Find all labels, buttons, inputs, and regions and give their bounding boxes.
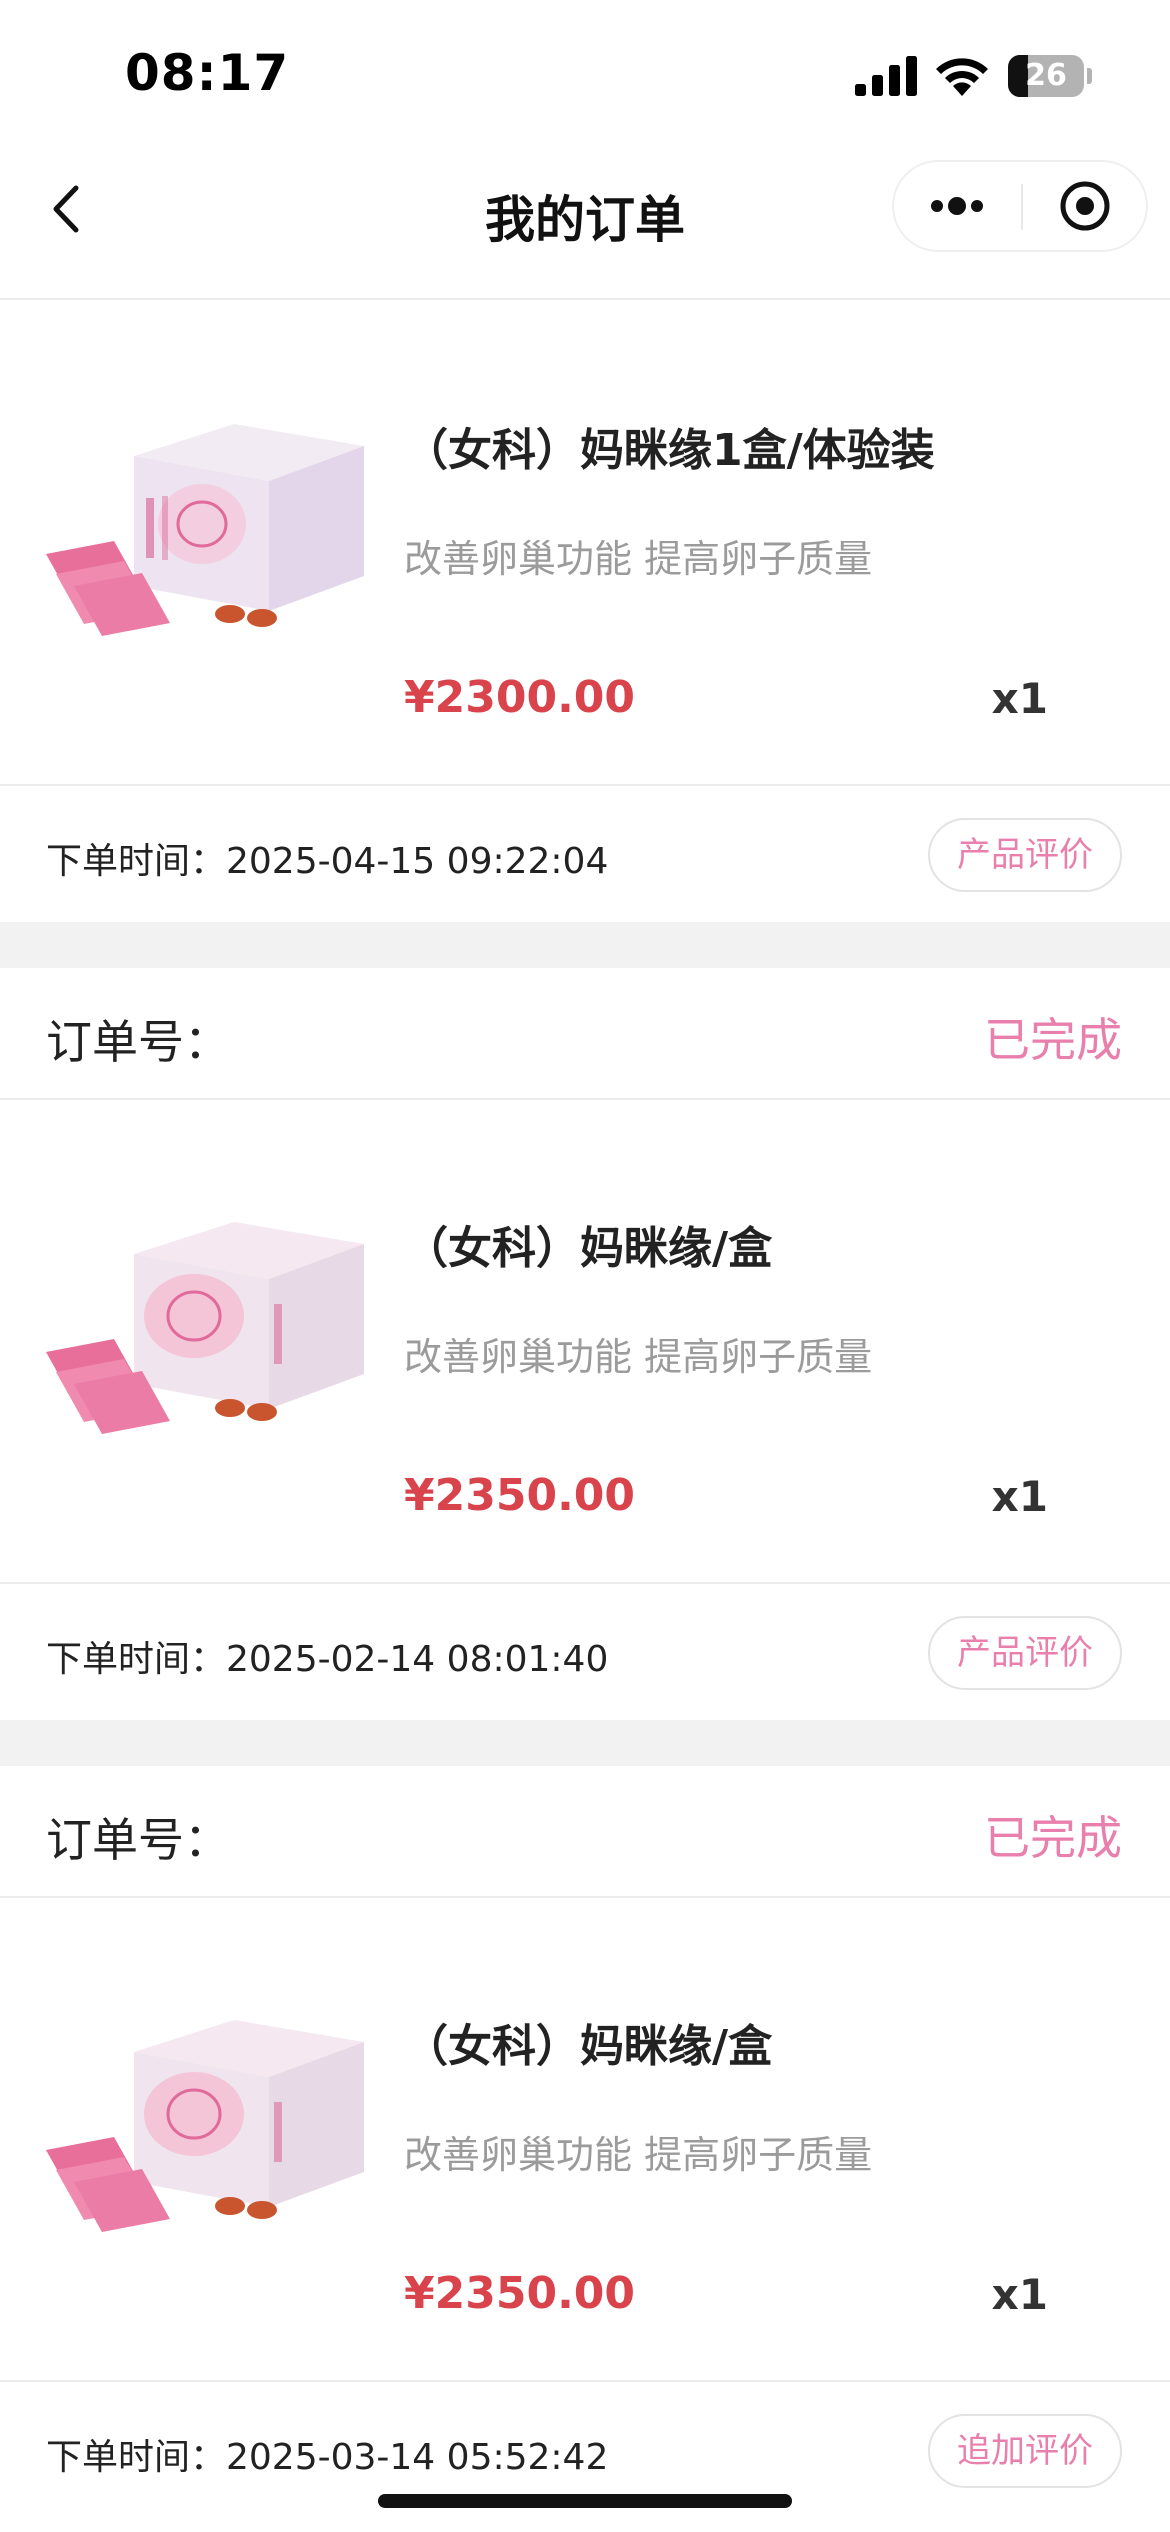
product-name: （女科）妈眯缘/盒 (404, 2021, 773, 2072)
product-quantity: x1 (991, 1472, 1048, 1521)
product-name: （女科）妈眯缘1盒/体验装 (404, 425, 935, 476)
product-review-button[interactable]: 产品评价 (928, 1616, 1122, 1690)
product-image (46, 1222, 364, 1434)
product-price: ¥2300.00 (404, 672, 636, 723)
battery-body: 26 (1008, 55, 1084, 97)
product-quantity: x1 (991, 674, 1048, 723)
order-time: 下单时间：2025-04-15 09:22:04 (46, 841, 609, 882)
section-gap (0, 922, 1170, 968)
order-card: 订单号： 已完成 （女科）妈眯缘/盒 改善卵巢功能 提高卵子质量 ¥2350.0… (0, 1766, 1170, 2518)
wifi-icon (936, 58, 988, 96)
product-image (46, 2020, 364, 2232)
product-description: 改善卵巢功能 提高卵子质量 (404, 1335, 873, 1379)
order-number-label: 订单号： (46, 1015, 230, 1069)
product-price: ¥2350.00 (404, 2268, 636, 2319)
order-number-label: 订单号： (46, 1813, 230, 1867)
order-footer: 下单时间：2025-02-14 08:01:40 产品评价 (0, 1584, 1170, 1720)
target-circle-icon[interactable] (1023, 162, 1148, 250)
order-header: 订单号： 已完成 (0, 968, 1170, 1100)
add-review-button[interactable]: 追加评价 (928, 2414, 1122, 2488)
nav-bar: 我的订单 (0, 150, 1170, 300)
product-image (46, 424, 364, 636)
product-price: ¥2350.00 (404, 1470, 636, 1521)
product-description: 改善卵巢功能 提高卵子质量 (404, 2133, 873, 2177)
product-description: 改善卵巢功能 提高卵子质量 (404, 537, 873, 581)
order-time: 下单时间：2025-02-14 08:01:40 (46, 1639, 609, 1680)
order-footer: 下单时间：2025-04-15 09:22:04 产品评价 (0, 786, 1170, 922)
order-time: 下单时间：2025-03-14 05:52:42 (46, 2437, 609, 2478)
order-status: 已完成 (984, 1013, 1122, 1067)
product-name: （女科）妈眯缘/盒 (404, 1223, 773, 1274)
status-bar: 08:17 26 (0, 0, 1170, 150)
mini-program-capsule (892, 160, 1148, 252)
status-time: 08:17 (125, 44, 290, 102)
order-card: （女科）妈眯缘1盒/体验装 改善卵巢功能 提高卵子质量 ¥2300.00 x1 … (0, 302, 1170, 922)
order-product[interactable]: （女科）妈眯缘/盒 改善卵巢功能 提高卵子质量 ¥2350.00 x1 (0, 1898, 1170, 2382)
order-product[interactable]: （女科）妈眯缘1盒/体验装 改善卵巢功能 提高卵子质量 ¥2300.00 x1 (0, 302, 1170, 786)
order-header: 订单号： 已完成 (0, 1766, 1170, 1898)
product-quantity: x1 (991, 2270, 1048, 2319)
battery-nub (1087, 68, 1092, 84)
order-card: 订单号： 已完成 （女科）妈眯缘/盒 改善卵巢功能 提高卵子质量 ¥2350.0… (0, 968, 1170, 1720)
battery-icon: 26 (1008, 55, 1092, 97)
order-status: 已完成 (984, 1811, 1122, 1865)
my-orders-page: 08:17 26 我的订单 （女科）妈眯缘1盒/体验装 改善卵巢功能 提高卵子质… (0, 0, 1170, 2532)
home-indicator[interactable] (378, 2494, 792, 2508)
battery-percent: 26 (1025, 58, 1067, 93)
cellular-signal-icon (855, 56, 917, 96)
more-dots-icon[interactable] (894, 162, 1021, 250)
product-review-button[interactable]: 产品评价 (928, 818, 1122, 892)
order-list: （女科）妈眯缘1盒/体验装 改善卵巢功能 提高卵子质量 ¥2300.00 x1 … (0, 302, 1170, 2518)
order-product[interactable]: （女科）妈眯缘/盒 改善卵巢功能 提高卵子质量 ¥2350.00 x1 (0, 1100, 1170, 1584)
section-gap (0, 1720, 1170, 1766)
